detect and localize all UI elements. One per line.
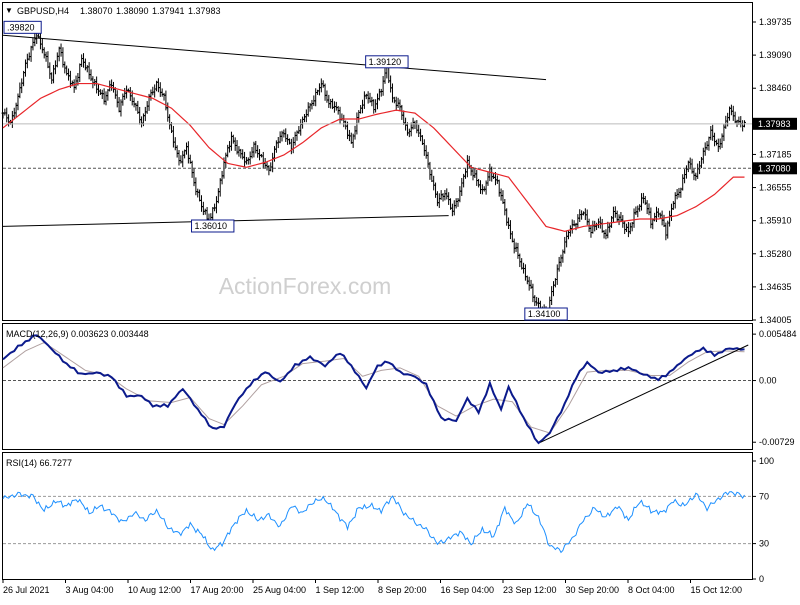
macd-panel-frame: [2, 323, 753, 450]
watermark: ActionForex.com: [219, 273, 392, 299]
x-tick-label: 25 Aug 04:00: [253, 585, 306, 595]
rsi-y-tick-label: 30: [759, 539, 769, 549]
x-tick-label: 3 Aug 04:00: [66, 585, 114, 595]
macd-y-tick-label: 0.005484: [759, 329, 797, 339]
ohlc-close: 1.37983: [188, 6, 221, 16]
level-tag-text: 1.37080: [758, 163, 791, 173]
x-tick-label: 17 Aug 20:00: [191, 585, 244, 595]
rsi-title: RSI(14) 66.7277: [6, 458, 72, 468]
rsi-y-tick-label: 70: [759, 491, 769, 501]
x-tick-label: 10 Aug 12:00: [128, 585, 181, 595]
price-y-tick-label: 1.39735: [759, 17, 792, 27]
macd-y-tick-label: -0.00729: [759, 437, 795, 447]
price-trendline: [2, 34, 547, 81]
x-tick-label: 26 Jul 2021: [3, 585, 50, 595]
macd-trendline: [540, 344, 749, 443]
rsi-panel-frame: [2, 452, 753, 580]
level-label-text: 1.39120: [369, 57, 402, 67]
x-tick-label: 8 Sep 20:00: [378, 585, 427, 595]
x-tick-label: 1 Sep 12:00: [316, 585, 365, 595]
chart-svg: 1.397351.390901.384601.378301.371851.365…: [1, 2, 797, 595]
x-axis: 26 Jul 2021 3 Aug 04:00 10 Aug 12:00 17 Aug…: [2, 579, 743, 595]
macd-line: [2, 334, 745, 445]
price-y-tick-label: 1.36555: [759, 183, 792, 193]
macd-y-tick-label: 0.00: [759, 376, 777, 386]
x-tick-label: 15 Oct 12:00: [691, 585, 743, 595]
macd-signal-line: [2, 341, 745, 434]
rsi-panel: 100 70 30 0: [2, 456, 774, 584]
ohlc-high: 1.38090: [116, 6, 149, 16]
x-tick-label: 30 Sep 20:00: [566, 585, 620, 595]
rsi-y-tick-label: 100: [759, 456, 774, 466]
price-y-tick-label: 1.34005: [759, 315, 792, 325]
price-y-tick-label: 1.35910: [759, 216, 792, 226]
x-tick-label: 8 Oct 04:00: [628, 585, 675, 595]
ohlc-low: 1.37941: [152, 6, 185, 16]
price-y-tick-label: 1.34635: [759, 282, 792, 292]
price-y-tick-label: 1.39090: [759, 50, 792, 60]
symbol-label: GBPUSD,H4: [17, 6, 69, 16]
macd-panel: 0.005484 0.00 -0.00729: [2, 329, 797, 447]
ohlc-open: 1.38070: [80, 6, 113, 16]
x-tick-label: 23 Sep 12:00: [503, 585, 557, 595]
chart-area: 1.397351.390901.384601.378301.371851.365…: [0, 0, 800, 600]
price-y-tick-label: 1.38460: [759, 83, 792, 93]
price-panel: 1.397351.390901.384601.378301.371851.365…: [1, 17, 797, 325]
rsi-y-tick-label: 0: [759, 574, 764, 584]
dropdown-arrow-icon[interactable]: ▼: [5, 6, 13, 15]
x-tick-label: 16 Sep 04:00: [441, 585, 495, 595]
level-label-text: 1.36010: [195, 221, 228, 231]
macd-title: MACD(12,26,9) 0.003623 0.003448: [6, 329, 149, 339]
level-label-text: 1.34100: [528, 309, 561, 319]
price-tag-text: 1.37983: [758, 119, 791, 129]
price-y-tick-label: 1.35280: [759, 249, 792, 259]
price-y-tick-label: 1.37185: [759, 149, 792, 159]
level-label-text: .39820: [7, 22, 35, 32]
